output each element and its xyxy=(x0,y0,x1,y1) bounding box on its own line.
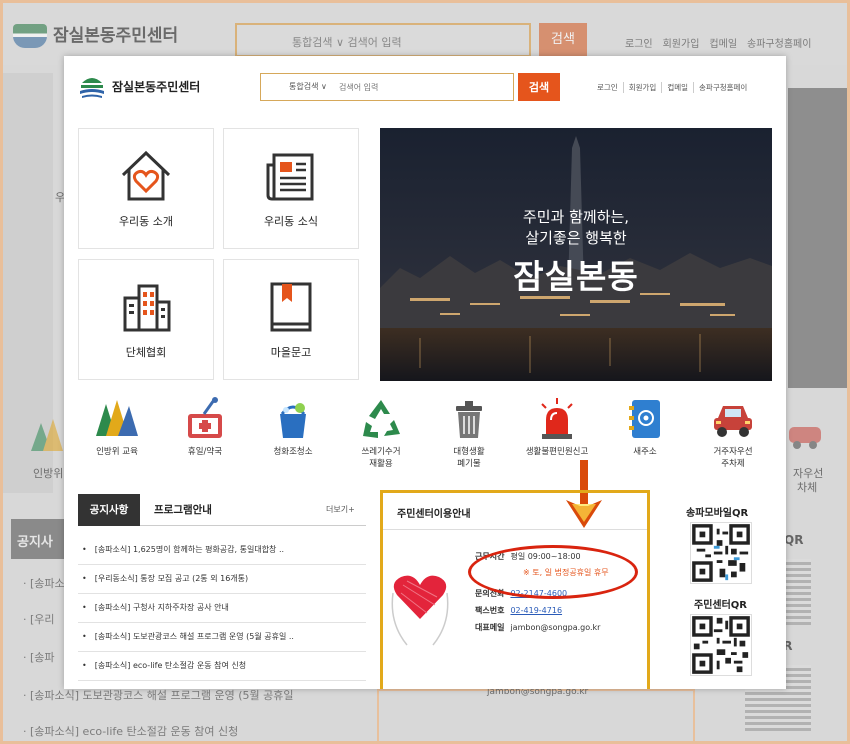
service-label: 생활불편민원신고 xyxy=(525,447,589,457)
newspaper-icon xyxy=(266,153,314,201)
notice-list: [송파소식] 1,625명이 함께하는 평화공감, 통일대합창 .. [우리동소… xyxy=(78,536,366,681)
service-label: 대형생활 폐기물 xyxy=(453,447,485,469)
service-complaint-report[interactable]: 생활불편민원신고 xyxy=(518,396,596,458)
car-icon xyxy=(714,406,752,437)
service-education[interactable]: 인방위 교육 xyxy=(78,396,156,458)
fax-row: 팩스번호 02-419-4716 xyxy=(475,606,563,615)
hero-line-2: 살기좋은 행복한 xyxy=(525,229,627,247)
more-link[interactable]: 더보기+ xyxy=(326,494,355,526)
service-label: 휴일/약국 xyxy=(187,447,223,457)
service-recycling[interactable]: 쓰레기수거 재활용 xyxy=(342,396,420,470)
login-link[interactable]: 로그인 xyxy=(592,82,623,93)
center-qr-title: 주민센터QR xyxy=(694,600,748,611)
background-notice-tab: 공지사 xyxy=(11,519,71,559)
service-pharmacy[interactable]: 휴일/약국 xyxy=(166,396,244,458)
book-icon xyxy=(270,282,312,332)
background-side-label: 인방위 xyxy=(33,467,64,480)
tab-programs[interactable]: 프로그램안내 xyxy=(154,494,212,526)
siren-icon xyxy=(541,398,573,439)
search-button[interactable]: 검색 xyxy=(518,73,560,101)
service-label: 청화조청소 xyxy=(273,447,313,457)
background-search-button: 검색 xyxy=(539,23,587,57)
district-homepage-link[interactable]: 송파구청홈페이 xyxy=(693,82,752,93)
qr-code-icon xyxy=(692,524,750,582)
service-label: 인방위 교육 xyxy=(96,447,138,457)
background-list-item: · [송파소식] eco-life 탄소절감 운동 참여 신청 xyxy=(23,725,239,738)
background-info-box xyxy=(377,689,695,741)
search-box: 통합검색 ∨ xyxy=(260,73,514,101)
service-label: 새주소 xyxy=(633,447,657,457)
mail-link[interactable]: 컵메일 xyxy=(661,82,693,93)
background-photo xyxy=(788,88,847,388)
logo-icon xyxy=(80,78,104,98)
top-menu: 로그인 회원가입 컵메일 송파구청홈페이 xyxy=(592,82,752,93)
site-logo[interactable]: 잠실본동주민센터 xyxy=(78,73,200,99)
recycle-icon xyxy=(363,400,400,438)
mountains-icon xyxy=(96,400,138,436)
tile-village-library[interactable]: 마을문고 xyxy=(223,259,359,380)
hero-title: 잠실본동 xyxy=(513,257,639,296)
service-new-address[interactable]: 새주소 xyxy=(606,396,684,458)
background-list-item: · [송파 xyxy=(23,651,55,664)
center-info-box: 주민센터이용안내 근무시간 평일 09:00~18:00 ※ 토, 일 법정공휴일… xyxy=(380,490,650,689)
background-logo: 잠실본동주민센터 xyxy=(13,21,178,48)
qr-code-icon xyxy=(692,616,750,674)
background-mountains-icon xyxy=(31,419,63,451)
notice-tabs: 공지사항 프로그램안내 더보기+ xyxy=(78,494,366,526)
email-row: 대표메일 jambon@songpa.go.kr xyxy=(475,623,601,632)
list-item[interactable]: [송파소식] 구청사 지하주차장 공사 안내 xyxy=(78,594,366,623)
heart-hands-icon xyxy=(391,575,449,646)
building-icon xyxy=(123,284,171,332)
tab-notices[interactable]: 공지사항 xyxy=(78,494,140,526)
background-menu: 로그인 회원가입 컵메일 송파구청홈페이 xyxy=(625,39,812,50)
search-scope-select[interactable]: 통합검색 ∨ xyxy=(289,81,327,92)
background-car-icon xyxy=(789,427,821,449)
tile-label: 우리동 소식 xyxy=(263,215,319,228)
info-title: 주민센터이용안내 xyxy=(397,509,471,520)
service-bulky-waste[interactable]: 대형생활 폐기물 xyxy=(430,396,508,470)
background-list-item: · [송파소식] 도보관광코스 해설 프로그램 운영 (5월 공휴일 xyxy=(23,689,294,702)
trash-bin-icon xyxy=(456,401,482,438)
mobile-qr-title: 송파모바일QR xyxy=(686,508,749,519)
signup-link[interactable]: 회원가입 xyxy=(622,82,662,93)
main-page: 잠실본동주민센터 통합검색 ∨ 검색 로그인 회원가입 컵메일 송파구청홈페이 … xyxy=(64,56,786,689)
tile-label: 우리동 소개 xyxy=(118,215,174,228)
hero-line-1: 주민과 함께하는, xyxy=(522,208,630,226)
search-input[interactable] xyxy=(339,78,509,96)
service-label: 쓰레기수거 재활용 xyxy=(361,447,401,469)
center-qr-code[interactable] xyxy=(690,614,752,676)
hero-banner: 주민과 함께하는, 살기좋은 행복한 잠실본동 xyxy=(380,128,772,381)
tile-organizations[interactable]: 단체협회 xyxy=(78,259,214,380)
list-item[interactable]: [송파소식] 도보관광코스 해설 프로그램 운영 (5월 공휴일 .. xyxy=(78,623,366,652)
list-item[interactable]: [송파소식] eco-life 탄소절감 운동 참여 신청 xyxy=(78,652,366,681)
tile-label: 마을문고 xyxy=(270,346,312,359)
site-name: 잠실본동주민센터 xyxy=(112,79,201,94)
mobile-qr-code[interactable] xyxy=(690,522,752,584)
house-heart-icon xyxy=(121,150,171,201)
tile-dong-intro[interactable]: 우리동 소개 xyxy=(78,128,214,249)
background-search: 통합검색 ∨ 검색어 입력 xyxy=(235,23,531,57)
tile-label: 단체협회 xyxy=(125,346,167,359)
service-label: 거주자우선 주차제 xyxy=(713,447,753,469)
highlight-ellipse xyxy=(468,545,638,599)
background-side-label: 차체 xyxy=(797,481,818,494)
list-item[interactable]: [우리동소식] 통장 모집 공고 (2통 외 16개통) xyxy=(78,565,366,594)
pharmacy-icon xyxy=(188,397,222,438)
address-book-icon xyxy=(629,400,660,438)
service-cleaning[interactable]: 청화조청소 xyxy=(254,396,332,458)
background-list-item: · [우리 xyxy=(23,613,55,626)
list-item[interactable]: [송파소식] 1,625명이 함께하는 평화공감, 통일대합창 .. xyxy=(78,536,366,565)
tile-dong-news[interactable]: 우리동 소식 xyxy=(223,128,359,249)
divider xyxy=(383,529,647,530)
site-header: 잠실본동주민센터 통합검색 ∨ 검색 로그인 회원가입 컵메일 송파구청홈페이 xyxy=(64,56,786,118)
service-resident-parking[interactable]: 거주자우선 주차제 xyxy=(694,396,772,470)
cleaning-bucket-icon xyxy=(280,403,306,438)
